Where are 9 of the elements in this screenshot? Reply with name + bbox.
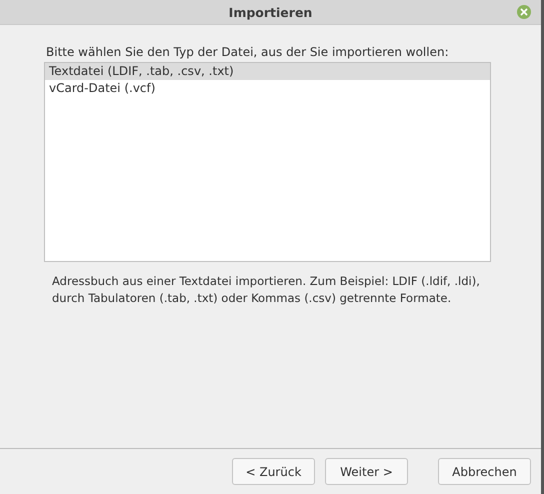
window-title: Importieren [228,4,312,20]
list-item[interactable]: Textdatei (LDIF, .tab, .csv, .txt) [45,63,490,80]
next-button[interactable]: Weiter > [325,458,408,485]
prompt-label: Bitte wählen Sie den Typ der Datei, aus der Sie importieren wollen: [46,45,450,59]
cancel-button[interactable]: Abbrechen [438,458,531,485]
close-icon[interactable] [517,5,531,19]
description-text: Adressbuch aus einer Textdatei importieren. Zum Beispiel: LDIF (.ldif, .ldi), durch Tabulatoren (.tab, .txt) oder Kommas (.csv) getrennte Formate. [52,273,481,307]
back-button[interactable]: < Zurück [232,458,315,485]
list-item[interactable]: vCard-Datei (.vcf) [45,80,490,97]
